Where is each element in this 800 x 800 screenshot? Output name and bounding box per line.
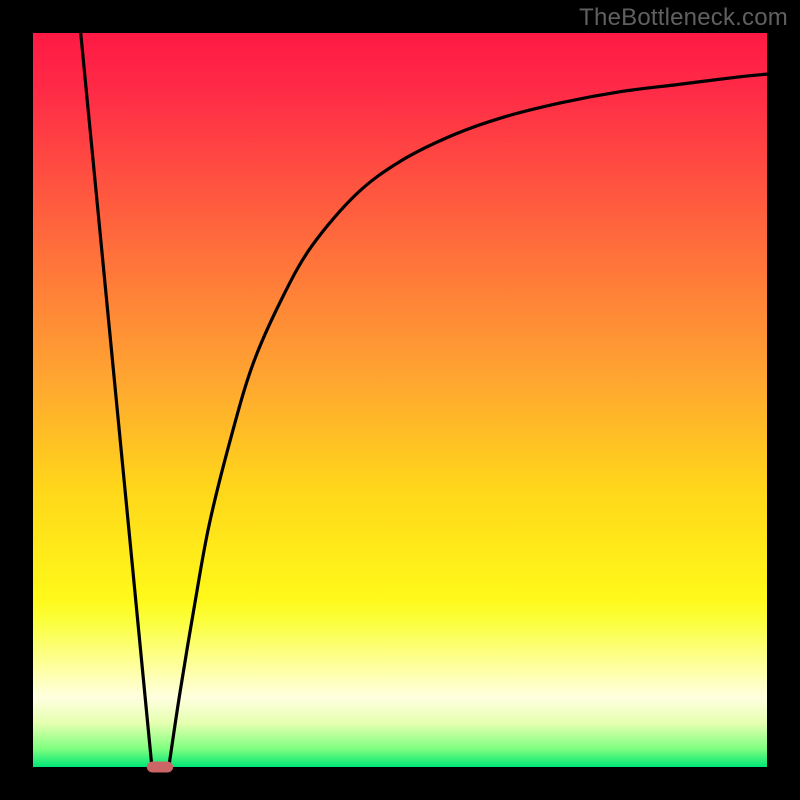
chart-frame: TheBottleneck.com — [0, 0, 800, 800]
watermark-text: TheBottleneck.com — [579, 4, 788, 32]
plot-background — [33, 33, 767, 767]
bottleneck-chart — [0, 0, 800, 800]
optimum-marker — [147, 762, 173, 773]
